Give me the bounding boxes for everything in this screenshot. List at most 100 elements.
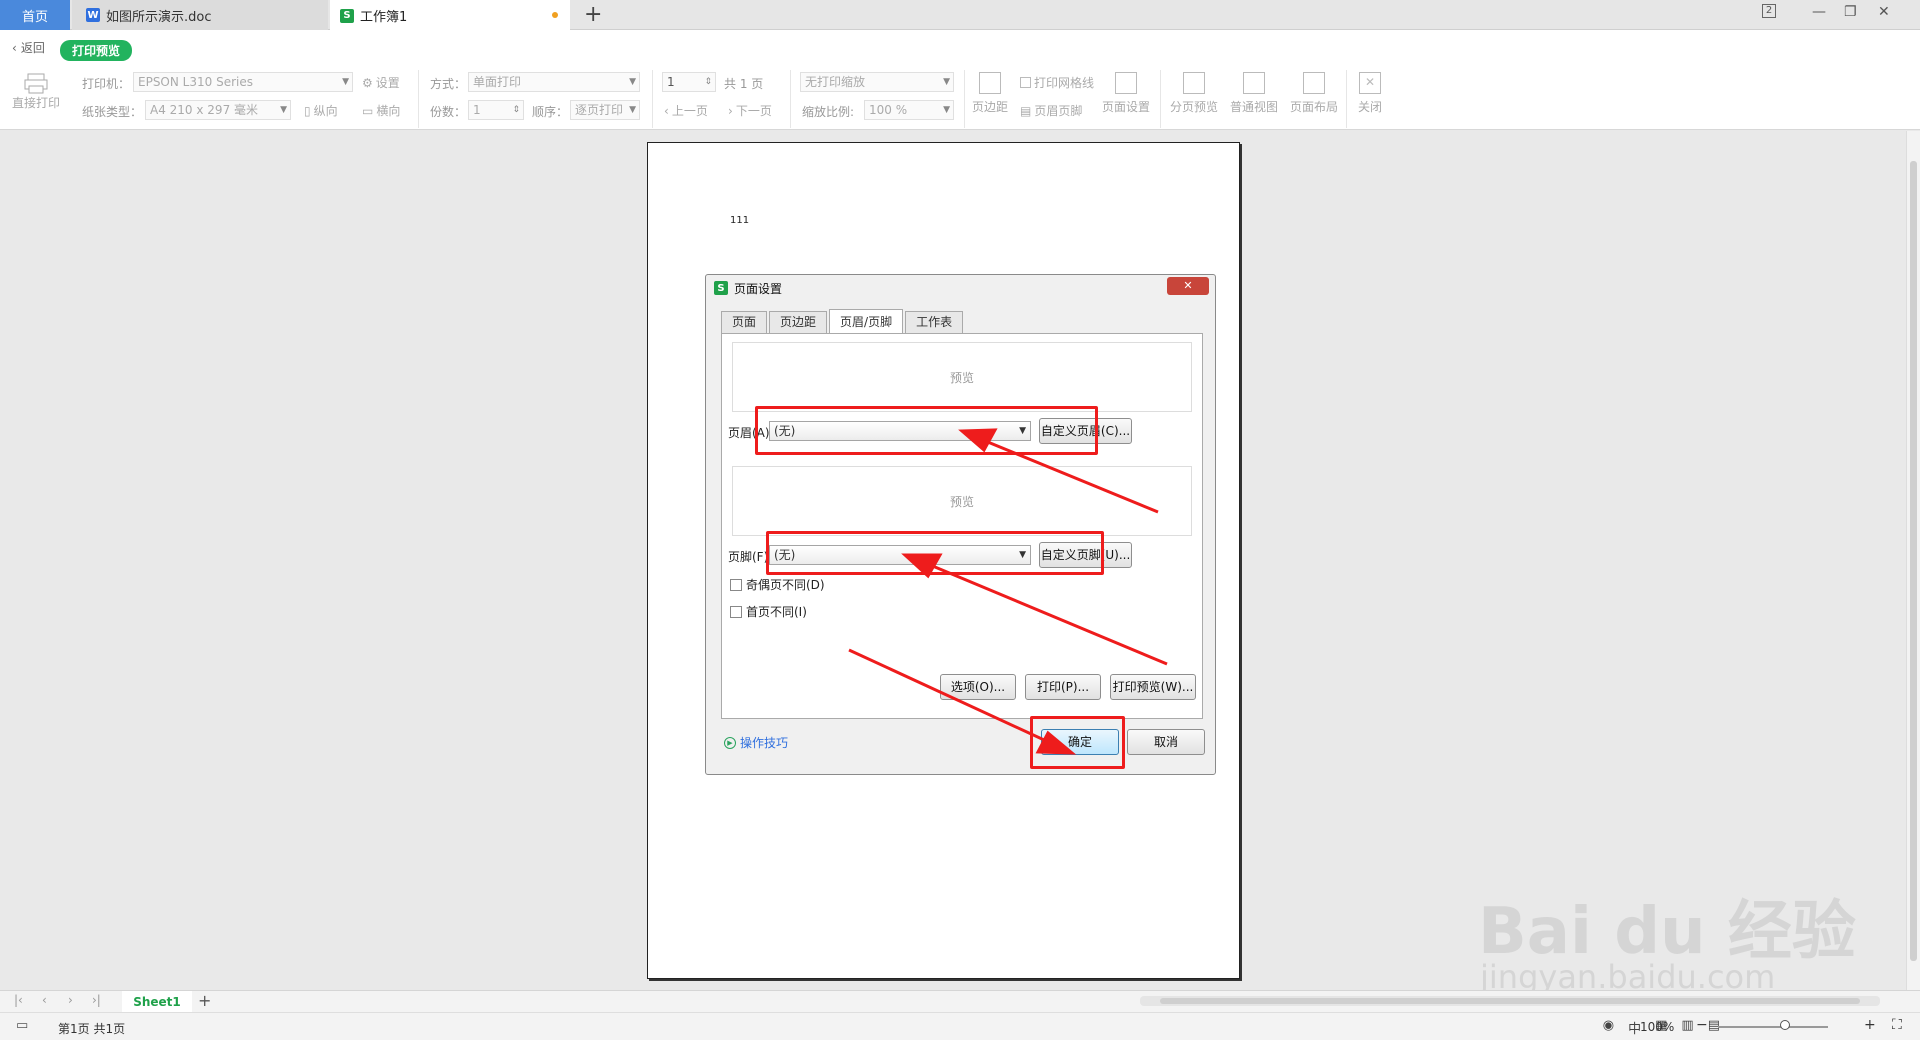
options-button[interactable]: 选项(O)... xyxy=(940,674,1016,700)
print-preview-button[interactable]: 打印预览(W)... xyxy=(1110,674,1196,700)
minimize-icon[interactable]: — xyxy=(1812,4,1826,20)
margins-label: 页边距 xyxy=(972,100,1009,114)
scrollbar-thumb[interactable] xyxy=(1910,161,1917,961)
scaling-select[interactable]: 无打印缩放 ▼ xyxy=(800,72,954,92)
odd-even-checkbox[interactable]: 奇偶页不同(D) xyxy=(730,576,825,593)
margins-button[interactable]: 页边距 xyxy=(972,72,1008,115)
gear-icon: ⚙ xyxy=(362,75,373,90)
toolbar-divider xyxy=(418,70,419,128)
page-layout-button[interactable]: 页面布局 xyxy=(1290,72,1338,115)
sheet-tab-sheet1[interactable]: Sheet1 xyxy=(122,991,192,1013)
tab-page[interactable]: 页面 xyxy=(721,311,768,333)
stepper-arrows-icon: ⇕ xyxy=(512,105,520,115)
horizontal-scrollbar[interactable] xyxy=(1140,996,1880,1006)
prev-page-button[interactable]: ‹ 上一页 xyxy=(664,102,708,119)
dialog-close-button[interactable]: ✕ xyxy=(1167,277,1209,295)
page-setup-button[interactable]: 页面设置 xyxy=(1102,72,1150,115)
dialog-titlebar[interactable]: S 页面设置 ✕ xyxy=(706,275,1215,301)
close-preview-button[interactable]: ✕ 关闭 xyxy=(1358,72,1382,115)
page-break-preview-button[interactable]: 分页预览 xyxy=(1170,72,1218,115)
zoom-level[interactable]: 100% xyxy=(1640,1020,1674,1034)
page-number-input[interactable]: 1 ⇕ xyxy=(662,72,716,92)
print-button[interactable]: 打印(P)... xyxy=(1025,674,1101,700)
paper-label: 纸张类型： xyxy=(82,105,143,119)
new-tab-button[interactable]: + xyxy=(584,2,602,27)
close-box-icon: ✕ xyxy=(1359,72,1381,94)
fullscreen-icon[interactable]: ⛶ xyxy=(1892,1017,1902,1033)
last-sheet-icon[interactable]: ›| xyxy=(92,993,101,1007)
ok-highlight-box xyxy=(1030,716,1125,769)
tab-worksheet[interactable]: 工作表 xyxy=(905,311,964,333)
dialog-tabs: 页面 页边距 页眉/页脚 工作表 xyxy=(721,309,965,333)
normal-view-label: 普通视图 xyxy=(1230,100,1279,114)
chevron-left-icon: ‹ xyxy=(664,103,669,118)
tab-bar: 首页 W 如图所示演示.doc S 工作簿1 + 2 — ❐ ✕ xyxy=(0,0,1920,31)
close-label: 关闭 xyxy=(1358,100,1383,114)
method-value: 单面打印 xyxy=(473,75,522,89)
tab-margins[interactable]: 页边距 xyxy=(769,311,828,333)
toolbar-divider xyxy=(652,70,653,128)
scrollbar-thumb[interactable] xyxy=(1160,998,1860,1004)
print-grid-checkbox[interactable]: 打印网格线 xyxy=(1020,74,1094,91)
close-window-icon[interactable]: ✕ xyxy=(1878,4,1890,20)
print-method-select[interactable]: 单面打印 ▼ xyxy=(468,72,640,92)
back-label: 返回 xyxy=(20,41,45,55)
landscape-button[interactable]: ▭ 横向 xyxy=(362,102,400,119)
printer-select[interactable]: EPSON L310 Series ▼ xyxy=(133,72,353,92)
printer-settings-button[interactable]: ⚙ 设置 xyxy=(362,74,400,91)
tab-document[interactable]: W 如图所示演示.doc xyxy=(72,0,328,30)
account-badge[interactable]: 2 xyxy=(1762,4,1776,18)
cancel-button[interactable]: 取消 xyxy=(1127,729,1205,755)
monitor-icon[interactable]: ▭ xyxy=(16,1018,28,1033)
eye-icon[interactable]: ◉ xyxy=(1603,1018,1614,1037)
next-sheet-icon[interactable]: › xyxy=(68,993,73,1007)
header-footer-panel: 预览 页眉(A): (无) ▼ 自定义页眉(C)... 预览 页脚(F): (无)… xyxy=(721,333,1203,719)
scaling-value: 无打印缩放 xyxy=(805,75,866,89)
page-layout-label: 页面布局 xyxy=(1290,100,1339,114)
zoom-in-icon[interactable]: + xyxy=(1864,1017,1876,1033)
header-highlight-box xyxy=(755,406,1098,455)
tab-home[interactable]: 首页 xyxy=(0,0,70,30)
back-button[interactable]: ‹ 返回 xyxy=(12,39,45,56)
toolbar-divider xyxy=(790,70,791,128)
paper-select[interactable]: A4 210 x 297 毫米 ▼ xyxy=(145,100,291,120)
zoom-slider[interactable] xyxy=(1718,1026,1828,1028)
method-label: 方式： xyxy=(430,77,467,91)
page-setup-icon xyxy=(1115,72,1137,94)
tab-workbook[interactable]: S 工作簿1 xyxy=(330,0,570,31)
next-page-button[interactable]: › 下一页 xyxy=(728,102,772,119)
header-footer-button[interactable]: ▤ 页眉页脚 xyxy=(1020,102,1082,119)
footer-highlight-box xyxy=(766,531,1104,575)
spreadsheet-icon: S xyxy=(340,8,354,23)
print-order-select[interactable]: 逐页打印 ▼ xyxy=(570,100,640,120)
landscape-page-icon: ▭ xyxy=(362,103,374,118)
restore-icon[interactable]: ❐ xyxy=(1844,4,1857,20)
prev-sheet-icon[interactable]: ‹ xyxy=(42,993,47,1007)
first-sheet-icon[interactable]: |‹ xyxy=(14,993,23,1007)
paper-value: A4 210 x 297 毫米 xyxy=(150,103,259,117)
landscape-label: 横向 xyxy=(376,104,401,118)
chevron-left-icon: ‹ xyxy=(12,40,17,55)
header-preview: 预览 xyxy=(732,342,1192,412)
stepper-arrows-icon: ⇕ xyxy=(704,77,712,87)
vertical-scrollbar[interactable] xyxy=(1906,131,1920,990)
order-value: 逐页打印 xyxy=(575,103,624,117)
tips-link[interactable]: ▶ 操作技巧 xyxy=(724,734,788,751)
direct-print-button[interactable]: 直接打印 xyxy=(12,72,60,111)
next-page-label: 下一页 xyxy=(735,104,772,118)
copies-value: 1 xyxy=(473,103,481,117)
copies-stepper[interactable]: 1 ⇕ xyxy=(468,100,524,120)
first-page-checkbox[interactable]: 首页不同(I) xyxy=(730,603,807,620)
page-layout-view-icon[interactable]: ▥ xyxy=(1681,1018,1693,1037)
scale-select[interactable]: 100 % ▼ xyxy=(864,100,954,120)
print-grid-label: 打印网格线 xyxy=(1034,76,1095,90)
normal-view-button[interactable]: 普通视图 xyxy=(1230,72,1278,115)
cell-text: 111 xyxy=(730,215,750,226)
portrait-button[interactable]: ▯ 纵向 xyxy=(304,102,338,119)
add-sheet-button[interactable]: + xyxy=(198,991,211,1010)
zoom-slider-handle[interactable] xyxy=(1780,1020,1790,1030)
portrait-page-icon: ▯ xyxy=(304,103,311,118)
zoom-out-icon[interactable]: − xyxy=(1696,1017,1708,1033)
tab-header-footer[interactable]: 页眉/页脚 xyxy=(829,309,904,333)
dropdown-arrow-icon: ▼ xyxy=(943,77,950,87)
